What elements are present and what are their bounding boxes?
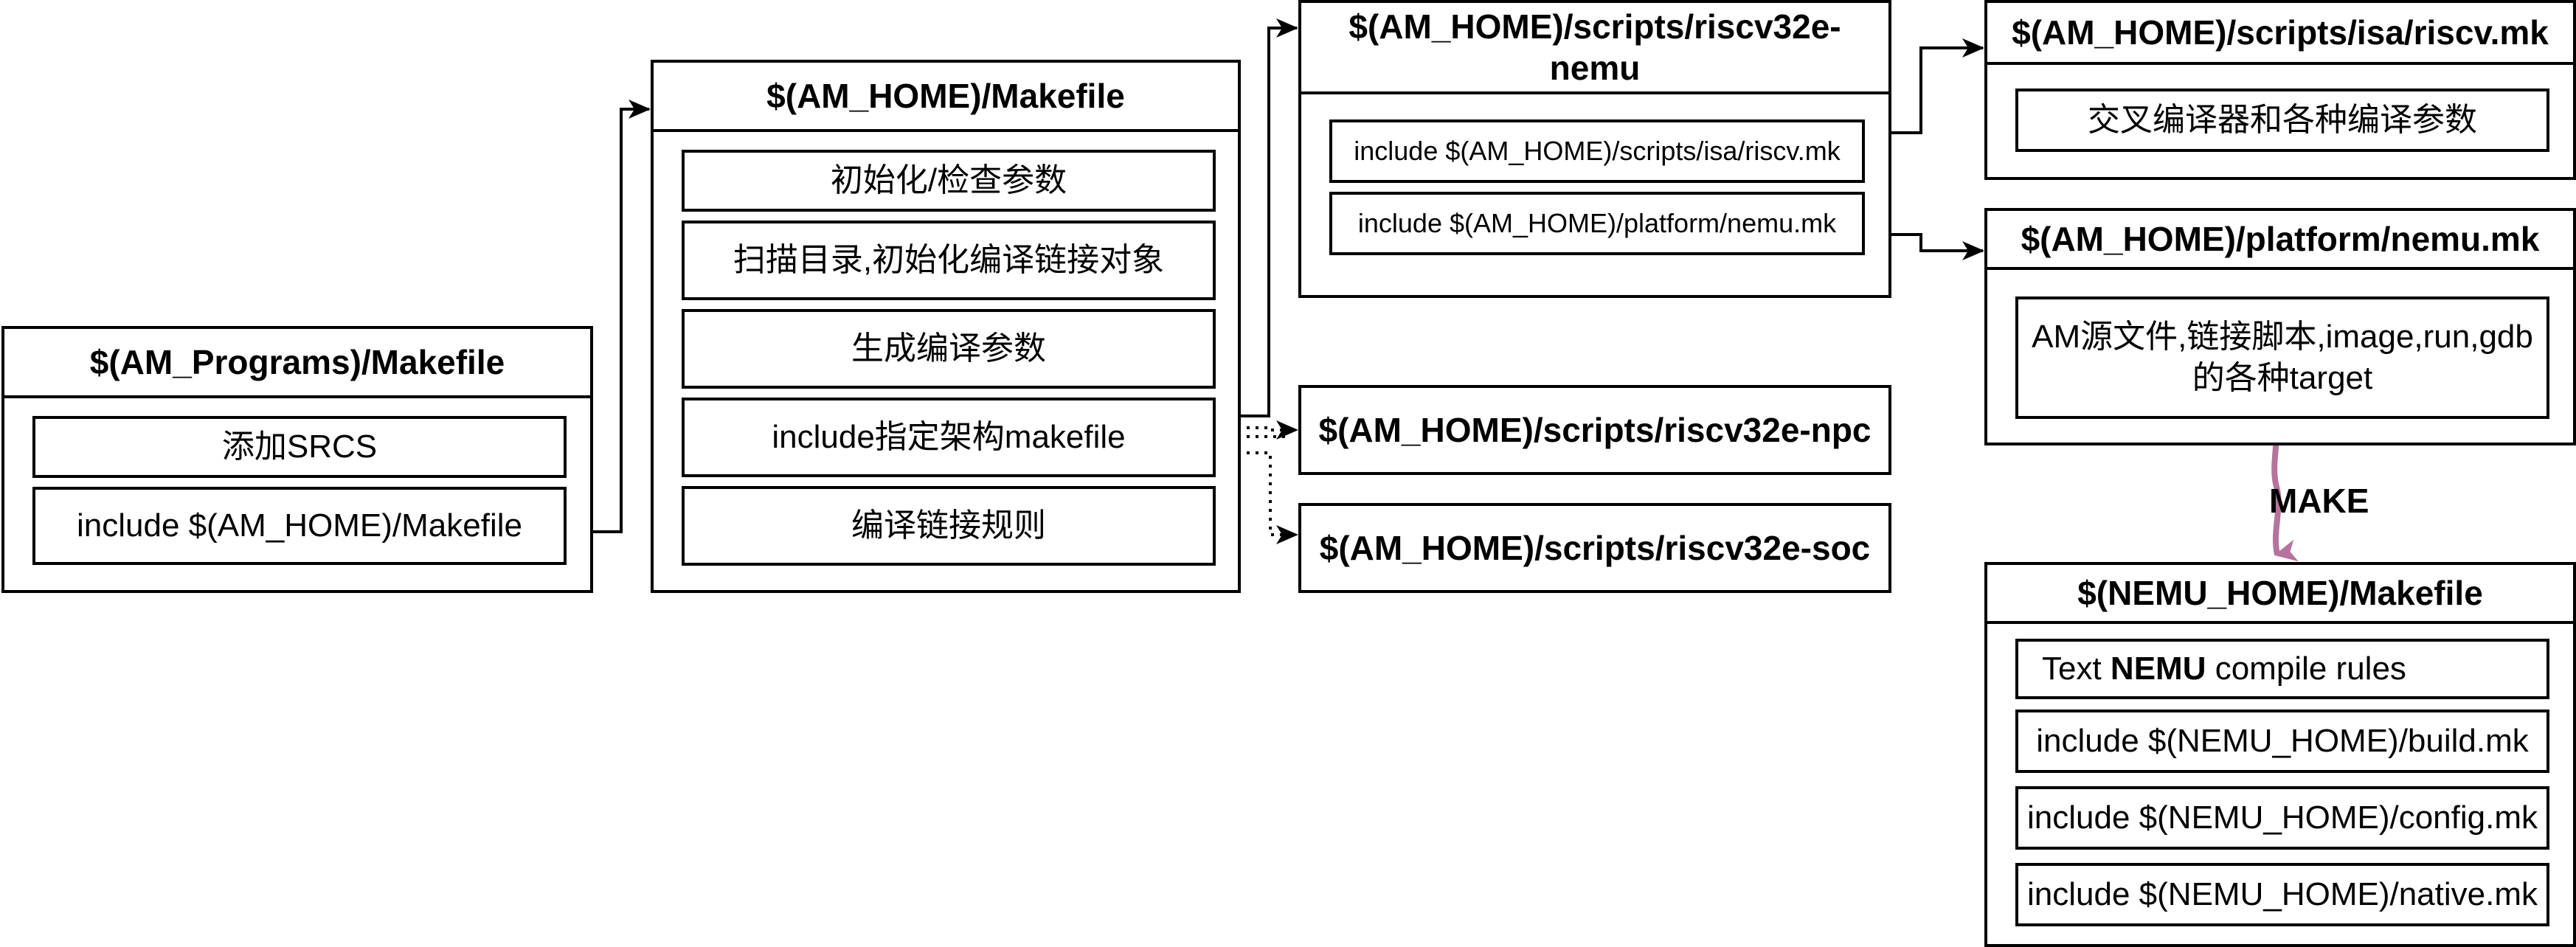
am-programs-makefile-title: $(AM_Programs)/Makefile xyxy=(4,329,590,398)
isa-riscv-mk-title: $(AM_HOME)/scripts/isa/riscv.mk xyxy=(1987,3,2573,65)
add-srcs-item: 添加SRCS xyxy=(32,416,567,478)
gen-compile-params-item: 生成编译参数 xyxy=(682,309,1216,389)
nemu-home-makefile-title: $(NEMU_HOME)/Makefile xyxy=(1987,565,2573,624)
make-label: MAKE xyxy=(2269,482,2369,520)
am-programs-makefile-box: $(AM_Programs)/Makefile 添加SRCS include $… xyxy=(1,326,593,593)
riscv32e-npc-box: $(AM_HOME)/scripts/riscv32e-npc xyxy=(1298,385,1891,475)
nemu-compile-rules-item: Text NEMU compile rules xyxy=(2015,639,2549,699)
nemu-compile-rules-suffix: compile rules xyxy=(2206,651,2406,687)
am-home-makefile-title: $(AM_HOME)/Makefile xyxy=(654,63,1238,132)
riscv32e-nemu-box: $(AM_HOME)/scripts/riscv32e-nemu include… xyxy=(1298,0,1891,298)
include-build-mk-item: include $(NEMU_HOME)/build.mk xyxy=(2015,710,2549,773)
include-platform-nemu-item: include $(AM_HOME)/platform/nemu.mk xyxy=(1329,192,1865,255)
include-am-makefile-item: include $(AM_HOME)/Makefile xyxy=(32,487,567,565)
nemu-compile-rules-prefix: Text xyxy=(2042,651,2111,687)
am-home-makefile-box: $(AM_HOME)/Makefile 初始化/检查参数 扫描目录,初始化编译链… xyxy=(651,60,1241,593)
cross-compiler-params-item: 交叉编译器和各种编译参数 xyxy=(2015,89,2549,152)
nemu-compile-rules-bold: NEMU xyxy=(2110,651,2206,687)
platform-nemu-mk-title: $(AM_HOME)/platform/nemu.mk xyxy=(1987,211,2573,270)
riscv32e-nemu-title: $(AM_HOME)/scripts/riscv32e-nemu xyxy=(1301,3,1888,94)
compile-link-rules-item: 编译链接规则 xyxy=(682,486,1216,566)
include-config-mk-item: include $(NEMU_HOME)/config.mk xyxy=(2015,786,2549,850)
include-arch-makefile-item: include指定架构makefile xyxy=(682,398,1216,477)
nemu-home-makefile-box: $(NEMU_HOME)/Makefile Text NEMU compile … xyxy=(1984,562,2576,947)
include-native-mk-item: include $(NEMU_HOME)/native.mk xyxy=(2015,863,2549,926)
riscv32e-soc-box: $(AM_HOME)/scripts/riscv32e-soc xyxy=(1298,503,1891,593)
init-check-params-item: 初始化/检查参数 xyxy=(682,150,1216,212)
scan-dirs-item: 扫描目录,初始化编译链接对象 xyxy=(682,221,1216,300)
include-isa-riscv-item: include $(AM_HOME)/scripts/isa/riscv.mk xyxy=(1329,119,1865,183)
platform-nemu-mk-box: $(AM_HOME)/platform/nemu.mk AM源文件,链接脚本,i… xyxy=(1984,208,2576,445)
am-sources-targets-item: AM源文件,链接脚本,image,run,gdb的各种target xyxy=(2015,296,2549,419)
isa-riscv-mk-box: $(AM_HOME)/scripts/isa/riscv.mk 交叉编译器和各种… xyxy=(1984,0,2576,180)
